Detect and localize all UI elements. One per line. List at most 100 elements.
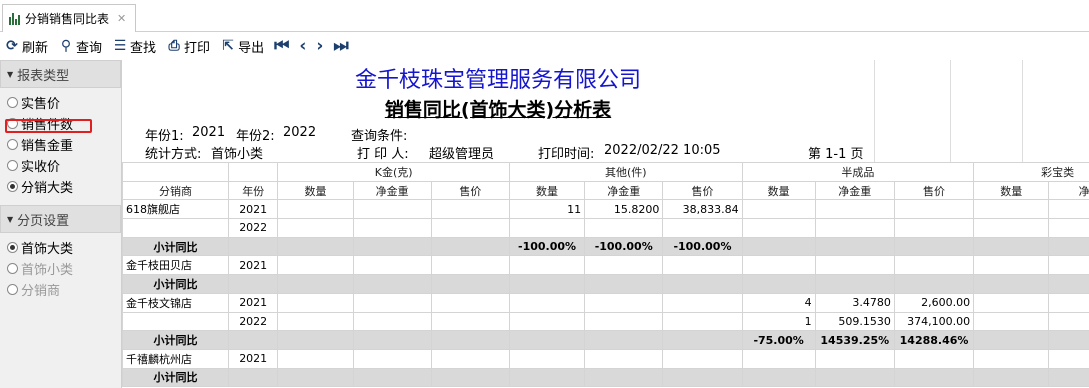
- refresh-icon: ⟳: [6, 38, 18, 54]
- radio-dealer-category[interactable]: 分销大类: [0, 176, 121, 197]
- value-cell: [973, 330, 1050, 350]
- value-cell: [662, 218, 743, 238]
- value-cell: [584, 218, 664, 238]
- value-cell: [277, 311, 354, 332]
- value-cell: 3.4780: [814, 292, 895, 313]
- column-header-row: 分销商年份数量净金重售价数量净金重售价数量净金重售价数量净金重: [122, 180, 1089, 201]
- value-cell: -100.00%: [584, 236, 664, 257]
- value-cell: [352, 348, 432, 369]
- radio-received-price[interactable]: 实收价: [0, 155, 121, 176]
- value-cell: [973, 255, 1050, 276]
- column-header-metric: 数量: [973, 180, 1050, 201]
- value-cell: [741, 367, 816, 388]
- column-header-metric: 数量: [741, 180, 816, 201]
- table-row: 2022 1 509.1530 374,100.00: [122, 311, 1089, 332]
- prev-page-icon[interactable]: ‹: [299, 36, 306, 56]
- year1-value: 2021: [192, 125, 226, 140]
- value-cell: [508, 367, 586, 388]
- radio-jewelry-category[interactable]: 首饰大类: [0, 237, 121, 258]
- find-label: 查找: [130, 40, 157, 56]
- print-time-label: 打印时间:: [538, 147, 595, 162]
- refresh-label: 刷新: [22, 40, 49, 56]
- stat-method-label: 统计方式:: [145, 147, 202, 162]
- value-cell: [814, 255, 895, 276]
- value-cell: 4: [741, 292, 816, 313]
- value-cell: [741, 255, 816, 276]
- year-cell: [227, 367, 279, 388]
- radio-checked-icon: [7, 181, 18, 192]
- radio-jewelry-subcategory[interactable]: 首饰小类: [0, 258, 121, 279]
- tab-bar: 分销销售同比表 ✕: [0, 0, 1089, 32]
- radio-icon: [7, 97, 18, 108]
- value-cell: [508, 255, 586, 276]
- radio-label: 分销商: [21, 284, 61, 299]
- radio-actual-price[interactable]: 实售价: [0, 92, 121, 113]
- value-cell: [584, 255, 664, 276]
- year2-value: 2022: [283, 125, 317, 140]
- last-page-icon[interactable]: ⏭: [333, 36, 348, 56]
- value-cell: [508, 348, 586, 369]
- value-cell: [1048, 236, 1089, 257]
- column-header-metric: 净金重: [584, 180, 664, 201]
- value-cell: [814, 348, 895, 369]
- query-label: 查询: [76, 40, 103, 56]
- radio-label: 销售金重: [21, 139, 74, 154]
- dealer-cell: 千禧麟杭州店: [122, 348, 229, 369]
- find-button[interactable]: ☰ 查找: [112, 37, 156, 56]
- value-cell: [814, 367, 895, 388]
- column-header-metric: 售价: [430, 180, 510, 201]
- table-row: 千禧麟杭州店 2021: [122, 348, 1089, 369]
- page-indicator: 第 1-1 页: [808, 147, 864, 162]
- value-cell: [584, 311, 664, 332]
- value-cell: [893, 199, 975, 220]
- sidebar: ▼ 报表类型 实售价 销售件数 销售金重 实收价 分销大类 ▼ 分页设置 首饰大类 …: [0, 60, 122, 388]
- export-icon: ⇱: [222, 38, 234, 54]
- column-header-metric: 数量: [277, 180, 354, 201]
- value-cell: [352, 236, 432, 257]
- year-cell: [227, 236, 279, 257]
- value-cell: [352, 311, 432, 332]
- value-cell: 14539.25%: [814, 330, 895, 350]
- print-button[interactable]: ⎙ 打印: [166, 37, 210, 56]
- value-cell: [430, 199, 510, 220]
- divider: [950, 60, 951, 163]
- radio-dealer[interactable]: 分销商: [0, 279, 121, 300]
- value-cell: [973, 218, 1050, 238]
- printer-label: 打 印 人:: [357, 147, 409, 162]
- value-cell: [277, 367, 354, 388]
- tab-sales-comparison[interactable]: 分销销售同比表 ✕: [2, 4, 136, 32]
- paging-header[interactable]: ▼ 分页设置: [0, 205, 121, 233]
- company-name: 金千枝珠宝管理服务有限公司: [354, 68, 641, 93]
- query-button[interactable]: ⚲ 查询: [58, 37, 102, 56]
- value-cell: [973, 274, 1050, 294]
- close-icon[interactable]: ✕: [117, 12, 126, 25]
- refresh-button[interactable]: ⟳ 刷新: [4, 37, 48, 56]
- value-cell: [662, 311, 743, 332]
- value-cell: [352, 274, 432, 294]
- first-page-icon[interactable]: ⏮: [274, 36, 289, 56]
- export-button[interactable]: ⇱ 导出: [220, 37, 264, 56]
- value-cell: [1048, 348, 1089, 369]
- value-cell: [277, 274, 354, 294]
- highlight-box: [5, 119, 92, 133]
- value-cell: [584, 274, 664, 294]
- next-page-icon[interactable]: ›: [316, 36, 323, 56]
- year2-label: 年份2:: [236, 129, 275, 144]
- dealer-cell: 金千枝田贝店: [122, 255, 229, 276]
- value-cell: [430, 274, 510, 294]
- report-title: 销售同比(首饰大类)分析表: [384, 99, 612, 121]
- dealer-cell: 618旗舰店: [122, 199, 229, 220]
- value-cell: [1048, 311, 1089, 332]
- value-cell: [814, 199, 895, 220]
- report-type-options: 实售价 销售件数 销售金重 实收价 分销大类: [0, 88, 121, 197]
- value-cell: 2,600.00: [893, 292, 975, 313]
- blank-cell: [227, 162, 279, 182]
- value-cell: -100.00%: [508, 236, 586, 257]
- column-header-metric: 售价: [662, 180, 743, 201]
- radio-sales-weight[interactable]: 销售金重: [0, 134, 121, 155]
- report-type-header[interactable]: ▼ 报表类型: [0, 60, 121, 88]
- value-cell: [430, 218, 510, 238]
- value-cell: [662, 330, 743, 350]
- export-label: 导出: [238, 40, 265, 56]
- printer-value: 超级管理员: [429, 147, 495, 162]
